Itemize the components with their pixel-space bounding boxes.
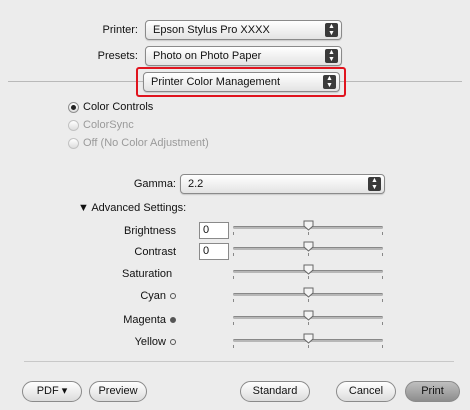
contrast-slider[interactable] <box>233 241 383 257</box>
radio-label: Off (No Color Adjustment) <box>83 137 209 149</box>
magenta-row-label: Magenta <box>90 314 176 326</box>
popup-arrows-icon: ▲ ▼ <box>325 23 338 37</box>
yellow-dot-icon <box>170 339 176 346</box>
radio-label: Color Controls <box>83 101 154 113</box>
slider-thumb[interactable] <box>303 241 314 252</box>
slider-tick <box>382 276 383 279</box>
slider-thumb[interactable] <box>303 264 314 275</box>
radio-colorsync[interactable]: ColorSync <box>68 119 134 131</box>
radio-icon <box>68 137 79 149</box>
gamma-label: Gamma: <box>133 178 176 190</box>
pdf-button[interactable]: PDF ▾ <box>22 381 82 402</box>
popup-arrows-icon: ▲ ▼ <box>325 49 338 63</box>
contrast-label: Contrast <box>134 246 176 258</box>
cyan-row-label: Cyan <box>90 290 176 302</box>
popup-arrows-icon: ▲ ▼ <box>368 177 381 191</box>
gamma-popup[interactable]: 2.2 ▲ ▼ <box>180 174 385 194</box>
printer-popup[interactable]: Epson Stylus Pro XXXX ▲ ▼ <box>145 20 342 40</box>
advanced-settings-toggle[interactable]: ▼ Advanced Settings: <box>78 202 186 214</box>
yellow-row-label: Yellow <box>90 336 176 348</box>
slider-thumb[interactable] <box>303 310 314 321</box>
preview-button[interactable]: Preview <box>89 381 147 402</box>
saturation-slider[interactable] <box>233 264 383 280</box>
slider-tick <box>308 345 309 348</box>
standard-button[interactable]: Standard <box>240 381 310 402</box>
panel-popup[interactable]: Printer Color Management ▲ ▼ <box>143 72 340 92</box>
radio-icon <box>68 119 79 131</box>
slider-tick <box>233 322 234 325</box>
contrast-field[interactable]: 0 <box>199 243 229 260</box>
cancel-button[interactable]: Cancel <box>336 381 396 402</box>
brightness-slider[interactable] <box>233 220 383 236</box>
divider <box>24 361 454 362</box>
print-button[interactable]: Print <box>405 381 460 402</box>
slider-thumb[interactable] <box>303 220 314 231</box>
radio-label: ColorSync <box>83 119 134 131</box>
panel-popup-value: Printer Color Management <box>151 76 281 88</box>
slider-tick <box>233 299 234 302</box>
slider-tick <box>382 322 383 325</box>
radio-selected-icon <box>68 101 79 113</box>
slider-tick <box>308 322 309 325</box>
magenta-dot-icon <box>170 317 176 324</box>
slider-tick <box>308 253 309 256</box>
slider-thumb[interactable] <box>303 333 314 344</box>
magenta-slider[interactable] <box>233 310 383 326</box>
slider-tick <box>233 232 234 235</box>
slider-tick <box>382 232 383 235</box>
slider-tick <box>308 276 309 279</box>
presets-label: Presets: <box>97 50 138 62</box>
slider-tick <box>308 299 309 302</box>
cyan-label: Cyan <box>140 290 166 302</box>
yellow-label: Yellow <box>134 336 166 348</box>
cyan-slider[interactable] <box>233 287 383 303</box>
yellow-slider[interactable] <box>233 333 383 349</box>
cyan-dot-icon <box>170 293 176 300</box>
radio-color-controls[interactable]: Color Controls <box>68 101 153 113</box>
slider-thumb[interactable] <box>303 287 314 298</box>
brightness-field[interactable]: 0 <box>199 222 229 239</box>
gamma-popup-value: 2.2 <box>188 178 204 190</box>
popup-arrows-icon: ▲ ▼ <box>323 75 336 89</box>
slider-tick <box>382 253 383 256</box>
brightness-label: Brightness <box>124 225 176 237</box>
slider-tick <box>382 345 383 348</box>
presets-popup-value: Photo on Photo Paper <box>153 50 262 62</box>
slider-tick <box>308 232 309 235</box>
printer-label: Printer: <box>102 24 138 36</box>
slider-tick <box>233 345 234 348</box>
presets-popup[interactable]: Photo on Photo Paper ▲ ▼ <box>145 46 342 66</box>
slider-tick <box>382 299 383 302</box>
magenta-label: Magenta <box>123 314 166 326</box>
radio-off[interactable]: Off (No Color Adjustment) <box>68 137 209 149</box>
saturation-label: Saturation <box>122 268 173 280</box>
printer-popup-value: Epson Stylus Pro XXXX <box>153 24 270 36</box>
slider-tick <box>233 253 234 256</box>
slider-tick <box>233 276 234 279</box>
